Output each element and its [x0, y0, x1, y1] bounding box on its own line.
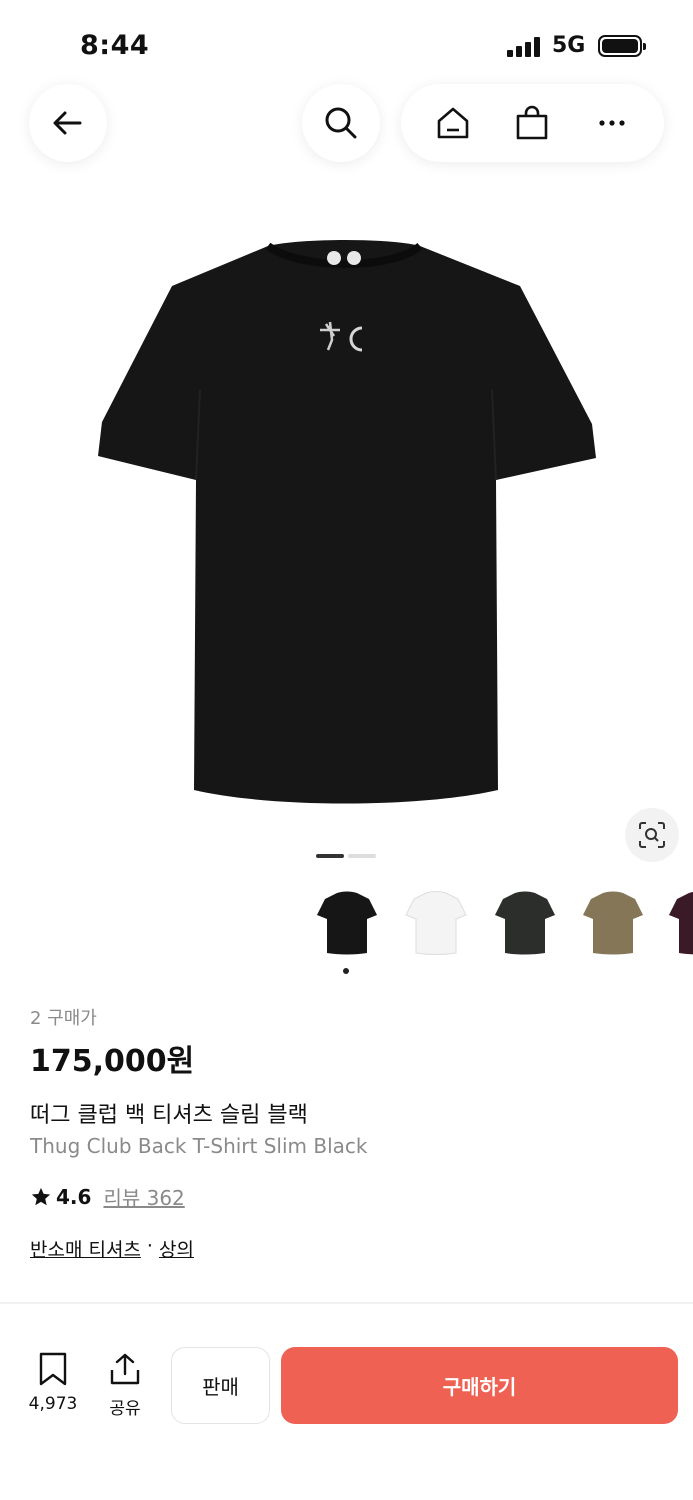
category-link-tops[interactable]: 상의: [159, 1235, 194, 1262]
category-link-short-sleeve[interactable]: 반소매 티셔츠: [30, 1235, 141, 1262]
color-options: [311, 884, 693, 960]
bookmark-icon: [39, 1352, 67, 1386]
color-option-burgundy[interactable]: [663, 884, 693, 960]
status-time: 8:44: [80, 30, 150, 61]
star-icon: [31, 1187, 51, 1205]
color-option-black[interactable]: [311, 884, 383, 960]
product-name-korean: 떠그 클럽 백 티셔츠 슬림 블랙: [30, 1103, 308, 1128]
tshirt-thumb: [317, 891, 377, 955]
tshirt-thumb: [669, 892, 693, 955]
nav-action-group: [401, 84, 664, 162]
lens-icon: [639, 822, 665, 848]
image-search-button[interactable]: [625, 808, 679, 862]
status-bar: 8:44 5G: [0, 0, 693, 92]
color-option-white[interactable]: [400, 884, 472, 960]
selected-color-indicator: [343, 968, 349, 974]
pager-dot-active: [316, 854, 344, 858]
category-breadcrumb: 반소매 티셔츠 · 상의: [30, 1235, 194, 1262]
battery-icon: [598, 35, 646, 57]
product-name-english: Thug Club Back T-Shirt Slim Black: [30, 1134, 368, 1158]
reviews-link[interactable]: 리뷰 362: [103, 1182, 184, 1211]
signal-icon: [507, 37, 540, 57]
rating-row: 4.6 리뷰 362: [30, 1182, 185, 1211]
image-pager: [316, 854, 376, 858]
share-icon: [110, 1353, 140, 1385]
tshirt-thumb: [583, 891, 643, 955]
tshirt-thumb: [495, 891, 555, 955]
color-option-charcoal[interactable]: [489, 884, 561, 960]
category-separator: ·: [146, 1235, 153, 1257]
arrow-left-icon: [53, 111, 82, 135]
bookmark-count: 4,973: [28, 1394, 78, 1414]
cart-button[interactable]: [502, 93, 562, 153]
product-image[interactable]: [0, 190, 693, 840]
tshirt-thumb: [405, 891, 467, 955]
more-horizontal-icon: [599, 120, 625, 126]
more-button[interactable]: [582, 93, 642, 153]
back-button[interactable]: [29, 84, 107, 162]
network-type: 5G: [552, 33, 586, 58]
bottom-action-bar: 4,973 공유 판매 구매하기: [0, 1336, 693, 1500]
home-button[interactable]: [423, 93, 483, 153]
pager-dot: [348, 854, 376, 858]
bookmark-button[interactable]: 4,973: [22, 1352, 84, 1414]
buyer-count: 2 구매가: [30, 1008, 97, 1029]
section-divider: [0, 1302, 693, 1304]
shopping-bag-icon: [517, 105, 548, 140]
share-label: 공유: [109, 1399, 141, 1419]
search-icon: [325, 107, 357, 139]
share-button[interactable]: 공유: [100, 1352, 150, 1419]
rating-score: 4.6: [56, 1184, 92, 1209]
sell-button[interactable]: 판매: [171, 1347, 270, 1424]
tshirt-graphic: [98, 240, 596, 804]
home-icon: [437, 107, 469, 139]
color-option-olive-brown[interactable]: [577, 884, 649, 960]
product-price: 175,000원: [30, 1044, 195, 1079]
search-button[interactable]: [302, 84, 380, 162]
buy-button[interactable]: 구매하기: [281, 1347, 678, 1424]
